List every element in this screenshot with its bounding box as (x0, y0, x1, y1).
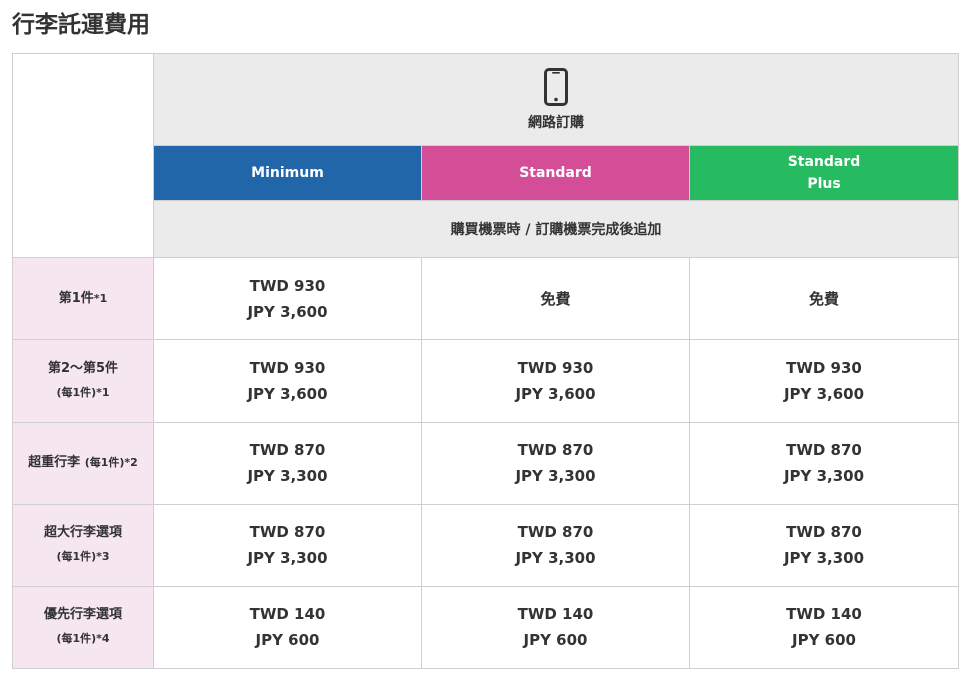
channel-label: 網路訂購 (528, 114, 584, 131)
baggage-fee-table: 網路訂購 Minimum Standard Standard Plus 購買機票… (12, 52, 959, 670)
row-label-line: 第2～第5件 (13, 357, 153, 381)
price-line-secondary: JPY 600 (523, 631, 588, 650)
row-note: *4 (96, 632, 110, 646)
page-title: 行李託運費用 (12, 12, 150, 38)
row-label-line: 優先行李選項 (13, 603, 153, 627)
row-label-sub: (每1件) (84, 456, 125, 470)
table-row: 第2～第5件 (每1件)*1 TWD 930 JPY 3,600 TWD 930 JPY … (12, 339, 959, 423)
price-line-primary: TWD 870 (517, 441, 594, 460)
price-line-secondary: JPY 3,600 (247, 302, 328, 321)
price-line-secondary: JPY 3,600 (783, 385, 865, 404)
price-line-secondary: JPY 600 (255, 631, 320, 650)
price-cell: 免費 (689, 257, 959, 341)
price-line-secondary: JPY 3,300 (515, 549, 596, 568)
row-label: 超重行李 (28, 455, 81, 471)
price-line-secondary: JPY 3,300 (247, 549, 328, 568)
price-cell: TWD 930 JPY 3,600 (153, 339, 422, 423)
price-cell: 免費 (421, 257, 690, 341)
table-row: 第1件*1 TWD 930 JPY 3,600 免費 免費 (12, 257, 959, 341)
price-cell: TWD 140 JPY 600 (421, 585, 690, 670)
row-header: 超大行李選項 (每1件)*3 (12, 503, 154, 587)
row-note: *3 (96, 550, 110, 564)
price-line-primary: TWD 930 (249, 359, 326, 378)
row-label-sub: (每1件) (56, 632, 97, 646)
row-sub-line: (每1件)*1 (13, 381, 153, 405)
price-line-primary: TWD 930 (786, 359, 862, 378)
row-label-line: 超大行李選項 (13, 521, 153, 545)
fare-header-standard-plus: Standard Plus (689, 145, 959, 202)
price-line-primary: 免費 (808, 289, 839, 308)
price-line-primary: TWD 930 (517, 359, 594, 378)
price-cell: TWD 870 JPY 3,300 (421, 503, 690, 587)
price-line-secondary: JPY 3,600 (247, 385, 328, 404)
price-line-primary: 免費 (540, 289, 571, 308)
channel-header: 網路訂購 (153, 52, 959, 147)
price-cell: TWD 870 JPY 3,300 (689, 421, 959, 505)
row-label-line: 第1件*1 (13, 287, 153, 311)
price-line-secondary: JPY 3,300 (783, 549, 865, 568)
table-row: 超大行李選項 (每1件)*3 TWD 870 JPY 3,300 TWD 870 JPY … (12, 503, 959, 587)
price-cell: TWD 870 JPY 3,300 (421, 421, 690, 505)
fare-header-minimum: Minimum (153, 145, 422, 202)
price-line-primary: TWD 870 (786, 441, 862, 460)
row-label-sub: (每1件) (56, 386, 97, 400)
row-label-line: 超重行李 (每1件)*2 (13, 451, 153, 475)
price-cell: TWD 930 JPY 3,600 (689, 339, 959, 423)
row-label-sub: (每1件) (56, 550, 97, 564)
row-label: 第1件 (58, 290, 94, 306)
price-cell: TWD 140 JPY 600 (153, 585, 422, 670)
smartphone-icon (544, 67, 568, 106)
price-line-primary: TWD 870 (517, 523, 594, 542)
row-header: 第1件*1 (12, 257, 154, 341)
price-line-primary: TWD 870 (249, 441, 326, 460)
price-line-secondary: JPY 3,300 (515, 467, 596, 486)
table-corner (12, 52, 154, 259)
price-cell: TWD 870 JPY 3,300 (153, 503, 422, 587)
row-sub-line: (每1件)*4 (13, 627, 153, 651)
price-line-primary: TWD 930 (249, 276, 326, 295)
price-cell: TWD 930 JPY 3,600 (153, 257, 422, 341)
table-row: 優先行李選項 (每1件)*4 TWD 140 JPY 600 TWD 140 JPY 60… (12, 585, 959, 670)
timing-label: 購買機票時 / 訂購機票完成後追加 (153, 200, 959, 259)
price-line-primary: TWD 140 (786, 605, 862, 624)
row-label: 優先行李選項 (43, 607, 122, 623)
row-header: 超重行李 (每1件)*2 (12, 421, 154, 505)
price-line-secondary: JPY 3,600 (515, 385, 596, 404)
price-cell: TWD 870 JPY 3,300 (689, 503, 959, 587)
timing-row: 購買機票時 / 訂購機票完成後追加 (13, 200, 959, 259)
price-line-secondary: JPY 600 (792, 631, 856, 650)
fare-header-standard: Standard (421, 145, 690, 202)
price-cell: TWD 140 JPY 600 (689, 585, 959, 670)
price-line-primary: TWD 870 (786, 523, 862, 542)
row-sub-line: (每1件)*3 (13, 545, 153, 569)
price-line-secondary: JPY 3,300 (247, 467, 328, 486)
price-cell: TWD 930 JPY 3,600 (421, 339, 690, 423)
row-header: 第2～第5件 (每1件)*1 (12, 339, 154, 423)
price-line-primary: TWD 140 (517, 605, 594, 624)
price-line-primary: TWD 140 (249, 605, 326, 624)
row-note: *2 (124, 456, 138, 470)
row-label: 第2～第5件 (47, 361, 119, 377)
row-label: 超大行李選項 (43, 525, 122, 541)
price-line-primary: TWD 870 (249, 523, 326, 542)
row-note: *1 (96, 386, 110, 400)
price-cell: TWD 870 JPY 3,300 (153, 421, 422, 505)
row-note: *1 (93, 291, 108, 305)
channel-header-row: 網路訂購 (12, 52, 959, 259)
price-line-secondary: JPY 3,300 (783, 467, 865, 486)
fare-header-row: Minimum Standard Standard Plus (13, 145, 959, 202)
table-row: 超重行李 (每1件)*2 TWD 870 JPY 3,300 TWD 870 JPY 3… (12, 421, 959, 505)
row-header: 優先行李選項 (每1件)*4 (12, 585, 154, 670)
